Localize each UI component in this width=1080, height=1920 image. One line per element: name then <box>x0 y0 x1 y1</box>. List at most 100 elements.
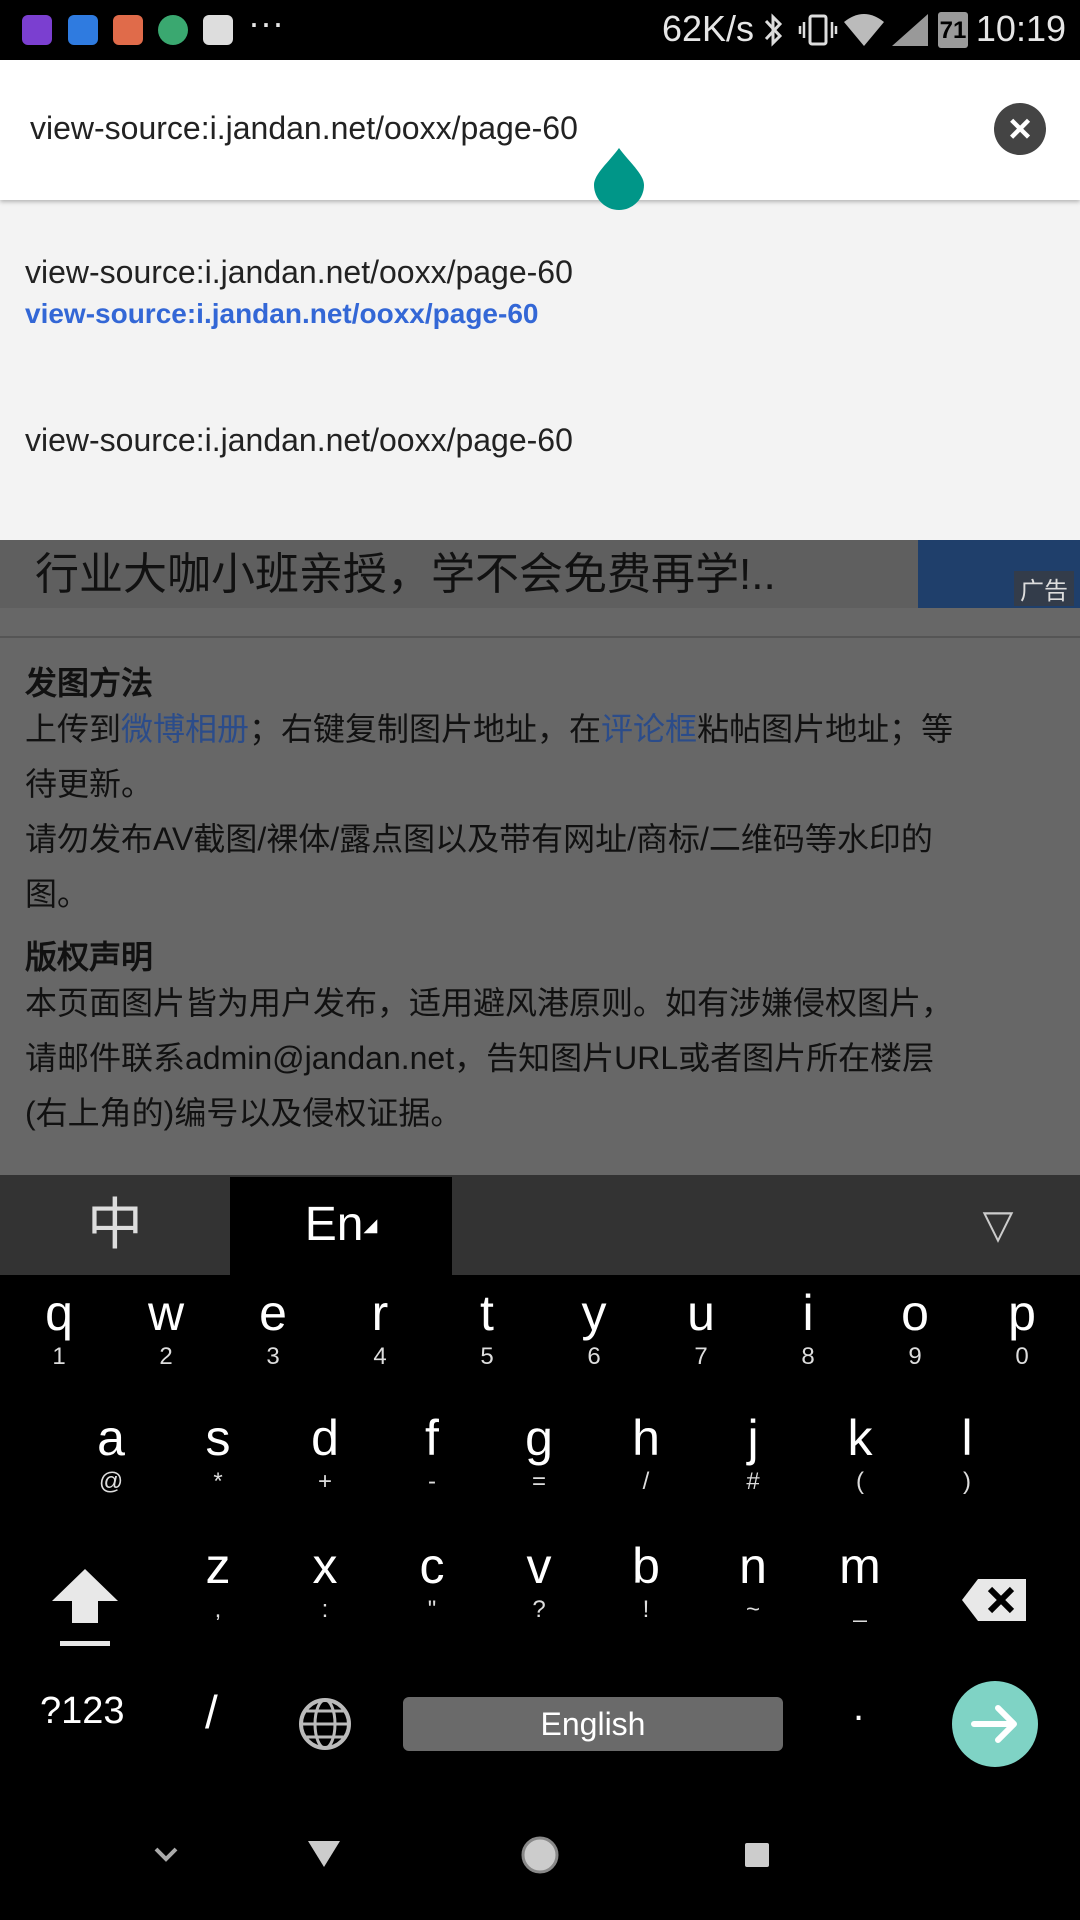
slash-key[interactable]: / <box>205 1685 218 1739</box>
key-secondary-label: = <box>531 1468 546 1495</box>
chinese-mode-tab[interactable]: 中 <box>0 1175 230 1275</box>
key-v[interactable]: v? <box>489 1528 589 1648</box>
globe-icon[interactable] <box>298 1697 352 1751</box>
key-secondary-label: ( <box>856 1468 864 1495</box>
key-k[interactable]: k( <box>810 1400 910 1520</box>
key-h[interactable]: h / <box>596 1400 696 1520</box>
key-p[interactable]: p0 <box>972 1275 1072 1395</box>
key-t[interactable]: t5 <box>437 1275 537 1395</box>
recents-icon[interactable] <box>727 1825 787 1885</box>
key-o[interactable]: o9 <box>865 1275 965 1395</box>
posting-line-4: 图。 <box>25 876 90 912</box>
key-b[interactable]: b! <box>596 1528 696 1648</box>
key-label: t <box>480 1285 494 1341</box>
key-l[interactable]: l) <box>917 1400 1017 1520</box>
more-notifications-icon: ··· <box>248 2 284 43</box>
key-z[interactable]: z, <box>168 1528 268 1648</box>
wifi-icon <box>844 14 884 46</box>
key-g[interactable]: g = <box>489 1400 589 1520</box>
space-key[interactable]: English <box>403 1697 783 1751</box>
maps-icon <box>158 15 188 45</box>
key-f[interactable]: f- <box>382 1400 482 1520</box>
key-i[interactable]: i8 <box>758 1275 858 1395</box>
backspace-key[interactable] <box>960 1575 1030 1625</box>
weibo-album-link[interactable]: 微博相册 <box>121 711 249 747</box>
key-secondary-label: 6 <box>587 1343 601 1370</box>
enter-key[interactable] <box>952 1681 1038 1767</box>
shift-key[interactable] <box>48 1565 122 1655</box>
purple-app-icon <box>22 15 52 45</box>
key-a[interactable]: a @ <box>61 1400 161 1520</box>
key-secondary-label: 5 <box>480 1343 494 1370</box>
arrow-right-icon <box>971 1705 1017 1743</box>
clear-url-button[interactable]: × <box>994 103 1046 155</box>
battery-icon: 71 <box>938 12 968 48</box>
period-key[interactable]: . <box>853 1685 864 1730</box>
key-n[interactable]: n ~ <box>703 1528 803 1648</box>
suggestion-item[interactable]: view-source:i.jandan.net/ooxx/page-60 vi… <box>0 230 1080 340</box>
copyright-line-1: 本页面图片皆为用户发布，适用避风港原则。如有涉嫌侵权图片， <box>25 985 954 1021</box>
suggestion-title: view-source:i.jandan.net/ooxx/page-60 <box>25 254 573 290</box>
home-icon[interactable] <box>510 1825 570 1885</box>
key-x[interactable]: x: <box>275 1528 375 1648</box>
posting-heading: 发图方法 <box>25 665 154 701</box>
key-u[interactable]: u7 <box>651 1275 751 1395</box>
key-y[interactable]: y6 <box>544 1275 644 1395</box>
key-secondary-label: ~ <box>745 1596 760 1623</box>
key-secondary-label: / <box>642 1468 650 1495</box>
suggestions-dropdown: view-source:i.jandan.net/ooxx/page-60 vi… <box>0 200 1080 540</box>
key-q[interactable]: q1 <box>9 1275 109 1395</box>
key-j[interactable]: j # <box>703 1400 803 1520</box>
key-label: f <box>425 1410 439 1466</box>
key-label: i <box>802 1285 814 1341</box>
key-label: o <box>901 1285 929 1341</box>
network-speed: 62K/s <box>662 8 755 49</box>
key-label: h <box>632 1410 660 1466</box>
key-secondary-label: 2 <box>159 1343 173 1370</box>
messages-icon <box>68 15 98 45</box>
key-label: s <box>205 1410 231 1466</box>
key-m[interactable]: m _ <box>810 1528 910 1648</box>
key-label: w <box>147 1285 185 1341</box>
copyright-line-2: 请邮件联系admin@jandan.net，告知图片URL或者图片所在楼层 <box>25 1040 935 1076</box>
posting-line-3: 请勿发布AV截图/裸体/露点图以及带有网址/商标/二维码等水印的 <box>25 821 933 857</box>
clock: 10:19 <box>975 8 1066 49</box>
vibrate-icon <box>798 14 838 46</box>
mail-icon <box>113 15 143 45</box>
back-icon[interactable] <box>294 1825 354 1885</box>
key-secondary-label: 1 <box>52 1343 66 1370</box>
posting-text: 粘帖图片地址；等 <box>697 711 954 747</box>
key-label: k <box>847 1410 873 1466</box>
key-d[interactable]: d + <box>275 1400 375 1520</box>
text-cursor-handle[interactable] <box>594 148 644 210</box>
close-icon: × <box>1008 107 1032 151</box>
key-w[interactable]: w2 <box>116 1275 216 1395</box>
key-s[interactable]: s * <box>168 1400 268 1520</box>
ad-label: 广告 <box>1014 571 1074 606</box>
ad-image[interactable]: 广告 <box>918 540 1080 608</box>
key-label: x <box>312 1538 338 1594</box>
address-bar[interactable]: view-source:i.jandan.net/ooxx/page-60 × <box>0 60 1080 200</box>
key-r[interactable]: r4 <box>330 1275 430 1395</box>
key-label: m <box>839 1538 881 1594</box>
url-input[interactable]: view-source:i.jandan.net/ooxx/page-60 <box>30 110 578 147</box>
key-e[interactable]: e3 <box>223 1275 323 1395</box>
english-mode-tab[interactable]: En◢ <box>230 1177 452 1275</box>
key-label: y <box>581 1285 607 1341</box>
key-secondary-label: ) <box>963 1468 971 1495</box>
symbols-key[interactable]: ?123 <box>40 1690 125 1733</box>
key-secondary-label: ! <box>642 1596 650 1623</box>
signal-icon <box>892 14 928 46</box>
hide-keyboard-icon[interactable] <box>136 1825 196 1885</box>
key-c[interactable]: c " <box>382 1528 482 1648</box>
ad-banner[interactable]: 行业大咖小班亲授，学不会免费再学!.. 广告 <box>0 540 1080 608</box>
key-secondary-label: # <box>746 1468 760 1495</box>
key-label: b <box>632 1538 660 1594</box>
key-label: v <box>526 1538 552 1594</box>
key-secondary-label: : <box>321 1596 329 1623</box>
suggestion-item[interactable]: view-source:i.jandan.net/ooxx/page-60 <box>0 390 1080 500</box>
key-secondary-label: ? <box>532 1596 546 1623</box>
collapse-keyboard-icon[interactable]: ▽ <box>970 1197 1026 1253</box>
comment-box-link[interactable]: 评论框 <box>601 711 697 747</box>
bluetooth-icon <box>764 13 783 47</box>
